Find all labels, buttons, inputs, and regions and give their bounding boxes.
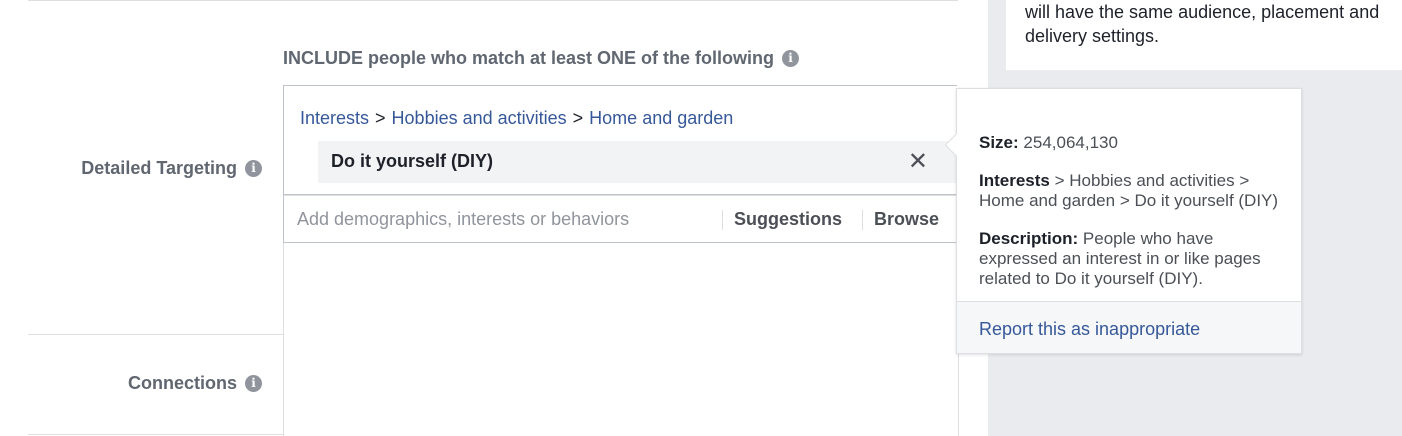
breadcrumb-separator: >	[375, 108, 386, 128]
close-icon[interactable]: ✕	[908, 149, 928, 175]
selected-interest-chip[interactable]: Do it yourself (DIY) ✕	[318, 141, 958, 183]
side-card-text: will have the same audience, placement a…	[1025, 2, 1380, 46]
detailed-targeting-label-text: Detailed Targeting	[81, 158, 237, 178]
divider	[862, 210, 863, 230]
search-input[interactable]	[284, 196, 720, 242]
divider	[722, 210, 723, 230]
size-value: 254,064,130	[1023, 133, 1118, 152]
top-divider	[28, 0, 958, 1]
search-row: Suggestions Browse	[283, 195, 957, 243]
breadcrumb-home-garden[interactable]: Home and garden	[589, 108, 733, 128]
include-heading-text: INCLUDE people who match at least ONE of…	[283, 48, 775, 68]
targeting-box: Interests > Hobbies and activities > Home an…	[283, 85, 958, 195]
selected-interest-label: Do it yourself (DIY)	[331, 151, 494, 171]
bottom-divider	[28, 434, 284, 435]
page: will have the same audience, placement a…	[0, 0, 1402, 436]
detailed-targeting-label: Detailed Targeting i	[22, 158, 262, 179]
tooltip-footer: Report this as inappropriate	[957, 301, 1301, 353]
breadcrumb-hobbies[interactable]: Hobbies and activities	[392, 108, 567, 128]
path-label: Interests	[979, 171, 1050, 190]
info-icon[interactable]: i	[245, 375, 262, 392]
report-link[interactable]: Report this as inappropriate	[979, 319, 1200, 340]
tooltip-description: Description: People who have expressed a…	[979, 229, 1279, 289]
info-icon[interactable]: i	[245, 160, 262, 177]
suggestions-button[interactable]: Suggestions	[734, 209, 842, 230]
info-icon[interactable]: i	[782, 50, 800, 67]
description-label: Description:	[979, 229, 1079, 248]
results-area	[283, 243, 959, 436]
connections-label-text: Connections	[127, 373, 237, 393]
size-label: Size:	[979, 133, 1019, 152]
breadcrumb-interests[interactable]: Interests	[300, 108, 369, 128]
section-divider	[28, 334, 284, 335]
browse-button[interactable]: Browse	[874, 209, 939, 230]
breadcrumb-separator: >	[572, 108, 584, 128]
interest-tooltip: Size: 254,064,130 Interests > Hobbies an…	[944, 88, 1302, 354]
interest-breadcrumb: Interests > Hobbies and activities > Home an…	[300, 108, 733, 129]
tooltip-size: Size: 254,064,130	[979, 133, 1279, 153]
tooltip-path: Interests > Hobbies and activities > Hom…	[979, 171, 1279, 211]
tooltip-body: Size: 254,064,130 Interests > Hobbies an…	[979, 133, 1279, 301]
include-heading: INCLUDE people who match at least ONE of…	[283, 48, 800, 69]
connections-label: Connections i	[22, 373, 262, 394]
